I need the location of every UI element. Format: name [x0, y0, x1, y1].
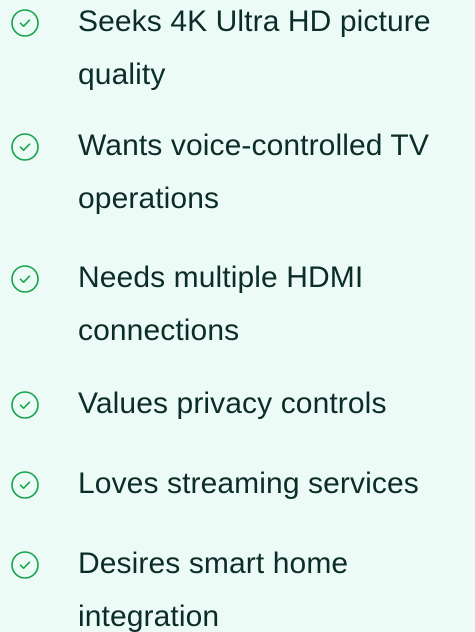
check-circle-icon [10, 132, 40, 162]
check-circle-icon [10, 390, 40, 420]
feature-label: Seeks 4K Ultra HD picture quality [78, 5, 431, 91]
feature-label: Needs multiple HDMI connections [78, 261, 364, 347]
feature-label: Values privacy controls [78, 387, 387, 420]
check-circle-icon [10, 470, 40, 500]
check-circle-icon [10, 264, 40, 294]
feature-list: Seeks 4K Ultra HD picture quality Wants … [0, 0, 475, 632]
feature-label: Loves streaming services [78, 467, 419, 500]
check-circle-icon [10, 8, 40, 38]
feature-label: Desires smart home integration [78, 547, 349, 632]
check-circle-icon [10, 550, 40, 580]
feature-label: Wants voice-controlled TV operations [78, 129, 429, 215]
